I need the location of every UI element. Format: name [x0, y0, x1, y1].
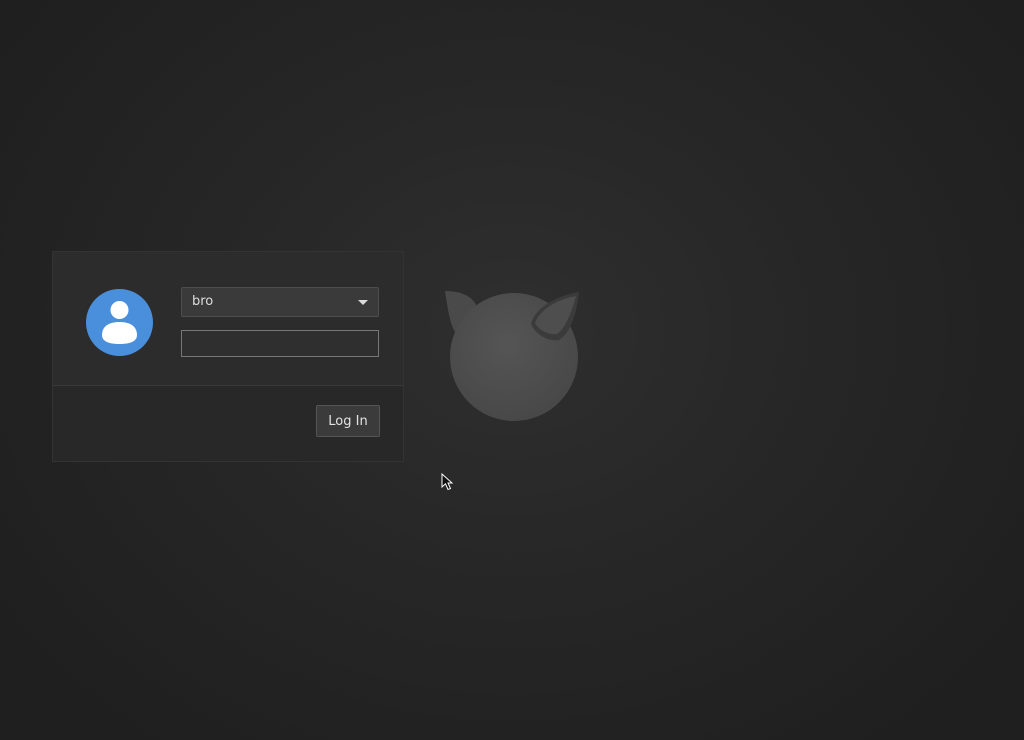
- login-panel: bro Log In: [52, 251, 404, 462]
- daemon-logo-icon: [440, 285, 590, 430]
- log-in-button[interactable]: Log In: [316, 405, 380, 437]
- mouse-pointer-icon: [441, 472, 454, 491]
- chevron-down-icon: [358, 300, 368, 305]
- user-avatar-icon: [86, 289, 153, 356]
- login-panel-top: bro: [53, 252, 403, 386]
- password-input[interactable]: [181, 330, 379, 357]
- user-select-dropdown[interactable]: bro: [181, 287, 379, 317]
- selected-user-label: bro: [192, 294, 214, 309]
